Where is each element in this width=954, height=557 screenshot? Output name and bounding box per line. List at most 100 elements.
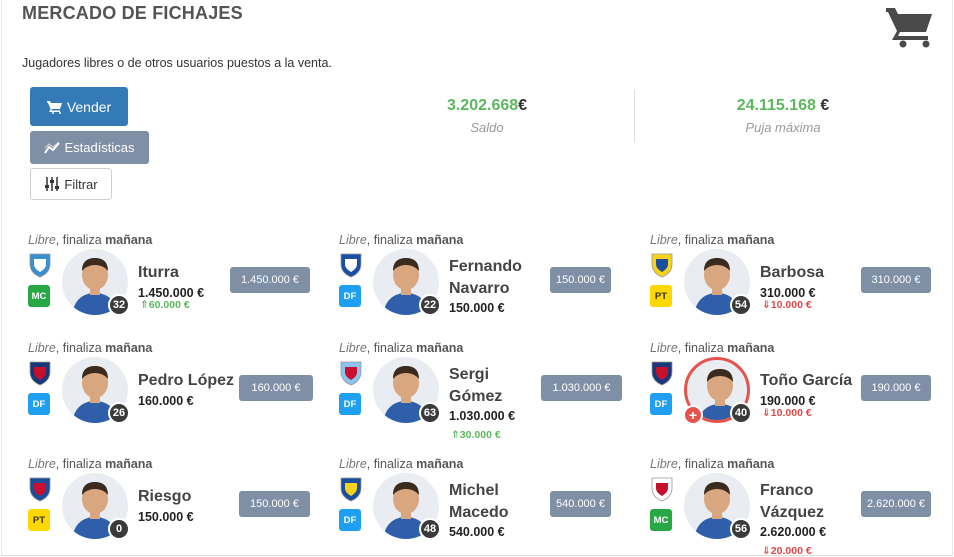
player-value: 1.450.000 €	[138, 286, 205, 300]
player-name-line1: Pedro López	[138, 372, 235, 389]
player-name[interactable]: Sergi Gómez	[449, 364, 502, 408]
listing-separator: , finaliza	[55, 457, 106, 471]
position-badge: MC	[650, 509, 672, 531]
player-name[interactable]: Toño García	[760, 370, 852, 392]
player-card[interactable]: Libre, finaliza mañana PT 0 Riesgo 150.000 €…	[28, 457, 318, 557]
player-name-line1: Toño García	[760, 372, 853, 389]
player-number: 63	[419, 402, 441, 424]
bid-price-button[interactable]: 540.000 €	[550, 491, 611, 517]
player-card[interactable]: Libre, finaliza mañana MC 32 Iturra 1.450.00…	[28, 233, 318, 333]
player-card[interactable]: Libre, finaliza mañana PT 54 Barbosa 310.000…	[650, 233, 940, 333]
player-number: 0	[108, 518, 130, 540]
player-card[interactable]: Libre, finaliza mañana DF 48 Michel Macedo 54…	[339, 457, 629, 557]
player-value: 150.000 €	[138, 510, 194, 524]
listing-type: Libre	[28, 341, 56, 355]
chart-line-icon	[44, 141, 61, 154]
player-card[interactable]: Libre, finaliza mañana DF 63 Sergi Gómez 1.03…	[339, 341, 629, 441]
listing-status: Libre, finaliza mañana	[28, 457, 152, 471]
stats-divider	[634, 90, 635, 142]
listing-separator: , finaliza	[366, 457, 417, 471]
listing-ends: mañana	[727, 341, 775, 355]
listing-separator: , finaliza	[366, 233, 417, 247]
player-name-line2: Vázquez	[760, 504, 825, 521]
listing-ends: mañana	[105, 341, 153, 355]
player-name-line2: Macedo	[449, 504, 509, 521]
bid-price-button[interactable]: 160.000 €	[239, 375, 313, 401]
bid-price-button[interactable]: 2.620.000 €	[861, 491, 931, 517]
stats-button[interactable]: Estadísticas	[30, 131, 149, 164]
stats-button-label: Estadísticas	[64, 140, 135, 155]
position-badge: DF	[28, 393, 50, 415]
page-title: MERCADO DE FICHAJES	[22, 3, 243, 23]
player-card[interactable]: Libre, finaliza mañana DF 40 + Toño García 19…	[650, 341, 940, 441]
player-name[interactable]: Fernando Navarro	[449, 256, 522, 300]
listing-status: Libre, finaliza mañana	[28, 233, 152, 247]
listing-status: Libre, finaliza mañana	[650, 233, 774, 247]
sevilla-crest-icon	[651, 477, 673, 502]
player-name-line1: Sergi	[449, 366, 490, 383]
listing-type: Libre	[28, 457, 56, 471]
player-name[interactable]: Franco Vázquez	[760, 480, 824, 524]
listing-type: Libre	[650, 457, 678, 471]
villarreal-crest-icon	[651, 253, 673, 278]
player-name-line1: Iturra	[138, 264, 179, 281]
bid-price-button[interactable]: 190.000 €	[861, 375, 931, 401]
player-card[interactable]: Libre, finaliza mañana DF 26 Pedro López 160…	[28, 341, 318, 441]
player-name[interactable]: Riesgo	[138, 486, 191, 508]
listing-status: Libre, finaliza mañana	[650, 457, 774, 471]
cart-icon	[46, 100, 62, 114]
player-name[interactable]: Barbosa	[760, 262, 824, 284]
position-badge: DF	[339, 285, 361, 307]
value-trend: ⇓10.000 €	[762, 407, 812, 419]
player-name[interactable]: Pedro López	[138, 370, 234, 392]
listing-ends: mañana	[416, 341, 464, 355]
bid-price-button[interactable]: 1.030.000 €	[541, 375, 622, 401]
player-name[interactable]: Michel Macedo	[449, 480, 509, 524]
max-bid-stat: 24.115.168 € Puja máxima	[678, 97, 888, 135]
player-name-line1: Franco	[760, 482, 814, 499]
shopping-cart-icon	[886, 8, 932, 48]
player-name[interactable]: Iturra	[138, 262, 179, 284]
bid-price-button[interactable]: 150.000 €	[550, 267, 611, 293]
page-subtitle: Jugadores libres o de otros usuarios pue…	[22, 56, 332, 70]
player-number: 40	[730, 402, 752, 424]
player-number: 26	[108, 402, 130, 424]
player-value: 1.030.000 €	[449, 409, 516, 423]
player-name-line2: Navarro	[449, 280, 510, 297]
player-name-line1: Fernando	[449, 258, 522, 275]
value-trend: ⇑30.000 €	[451, 429, 501, 441]
listing-separator: , finaliza	[677, 457, 728, 471]
balance-label: Saldo	[470, 120, 504, 135]
player-value: 160.000 €	[138, 394, 194, 408]
balance-value: 3.202.668	[446, 97, 519, 114]
listing-separator: , finaliza	[366, 341, 417, 355]
player-number: 22	[419, 294, 441, 316]
balance-stat: 3.202.668€ Saldo	[382, 97, 592, 135]
value-trend: ⇓10.000 €	[762, 299, 812, 311]
bid-price-button[interactable]: 150.000 €	[239, 491, 310, 517]
listing-separator: , finaliza	[677, 233, 728, 247]
listing-ends: mañana	[105, 457, 153, 471]
filter-button-label: Filtrar	[64, 176, 98, 192]
balance-currency: €	[518, 97, 528, 114]
max-bid-value: 24.115.168	[736, 97, 816, 114]
listing-ends: mañana	[727, 233, 775, 247]
player-name-line1: Michel	[449, 482, 499, 499]
market-panel: MERCADO DE FICHAJES Jugadores libres o d…	[1, 0, 953, 557]
listing-type: Libre	[339, 341, 367, 355]
listing-status: Libre, finaliza mañana	[339, 457, 463, 471]
listing-type: Libre	[28, 233, 56, 247]
listing-separator: , finaliza	[55, 233, 106, 247]
listing-type: Libre	[339, 233, 367, 247]
listing-status: Libre, finaliza mañana	[339, 233, 463, 247]
filter-button[interactable]: Filtrar	[30, 168, 112, 200]
sell-button[interactable]: Vender	[30, 87, 128, 126]
bid-price-button[interactable]: 1.450.000 €	[230, 267, 310, 293]
max-bid-label: Puja máxima	[745, 120, 821, 135]
player-card[interactable]: Libre, finaliza mañana MC 56 Franco Vázquez 2…	[650, 457, 940, 557]
listing-type: Libre	[650, 233, 678, 247]
player-name-line2: Gómez	[449, 388, 503, 405]
listing-ends: mañana	[416, 457, 464, 471]
bid-price-button[interactable]: 310.000 €	[861, 267, 931, 293]
player-card[interactable]: Libre, finaliza mañana DF 22 Fernando Navarr…	[339, 233, 629, 333]
